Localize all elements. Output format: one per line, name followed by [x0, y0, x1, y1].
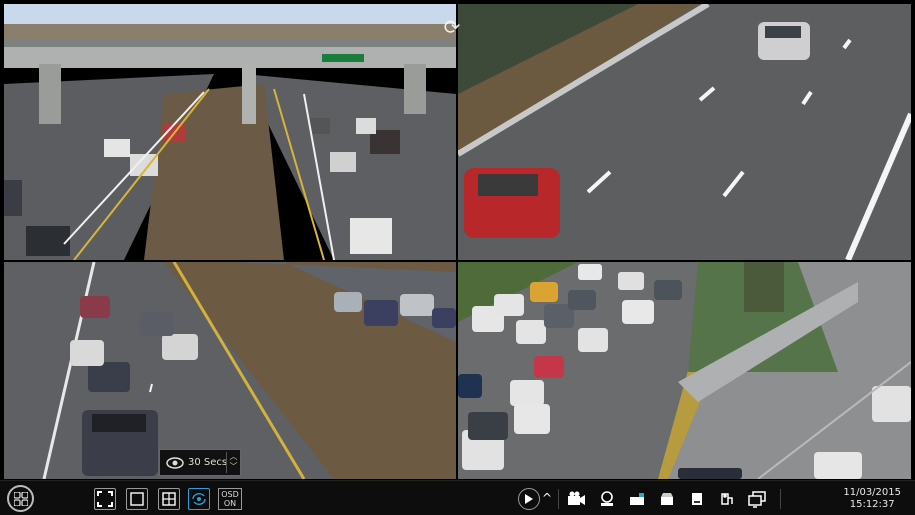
- chevron-up-icon[interactable]: ^: [542, 491, 552, 505]
- camera-tile-1[interactable]: [4, 4, 456, 260]
- chevron-down-icon[interactable]: ﹀: [227, 462, 240, 472]
- sequence-interval-popup: 30 Secs ︿ ﹀: [159, 449, 241, 476]
- bottom-toolbar: OSD ON ^ 11/03/2015 15:12:37: [0, 480, 915, 515]
- play-icon[interactable]: [518, 488, 540, 510]
- osd-state: ON: [223, 499, 237, 508]
- fullscreen-icon[interactable]: [94, 488, 116, 510]
- sequence-icon[interactable]: [188, 488, 210, 510]
- clock-time: 15:12:37: [849, 499, 895, 510]
- clock: 11/03/2015 15:12:37: [843, 487, 901, 511]
- backup-icon[interactable]: [686, 488, 708, 510]
- toolbar-separator: [780, 489, 781, 509]
- refresh-icon[interactable]: ⟳: [441, 16, 463, 38]
- sequence-interval-value[interactable]: 30 Secs: [188, 457, 227, 468]
- osd-label: OSD: [221, 490, 239, 499]
- clock-date: 11/03/2015: [843, 487, 901, 498]
- camera-tile-2[interactable]: [458, 4, 911, 260]
- disk-icon[interactable]: [656, 488, 678, 510]
- toolbar-separator: [558, 489, 559, 509]
- single-view-icon[interactable]: [126, 488, 148, 510]
- interval-spinner[interactable]: ︿ ﹀: [226, 452, 240, 473]
- ptz-icon[interactable]: [716, 488, 738, 510]
- snapshot-icon[interactable]: [626, 488, 648, 510]
- camera-tile-3[interactable]: [4, 262, 456, 479]
- camera-grid: [4, 4, 911, 479]
- manual-record-icon[interactable]: [565, 488, 587, 510]
- osd-toggle-button[interactable]: OSD ON: [218, 488, 242, 510]
- eye-icon: [166, 455, 184, 474]
- audio-icon[interactable]: [596, 488, 618, 510]
- preview-icon[interactable]: [746, 488, 768, 510]
- menu-icon[interactable]: [7, 485, 34, 512]
- chevron-up-icon[interactable]: ︿: [227, 452, 240, 462]
- quad-view-icon[interactable]: [158, 488, 180, 510]
- camera-tile-4[interactable]: [458, 262, 911, 479]
